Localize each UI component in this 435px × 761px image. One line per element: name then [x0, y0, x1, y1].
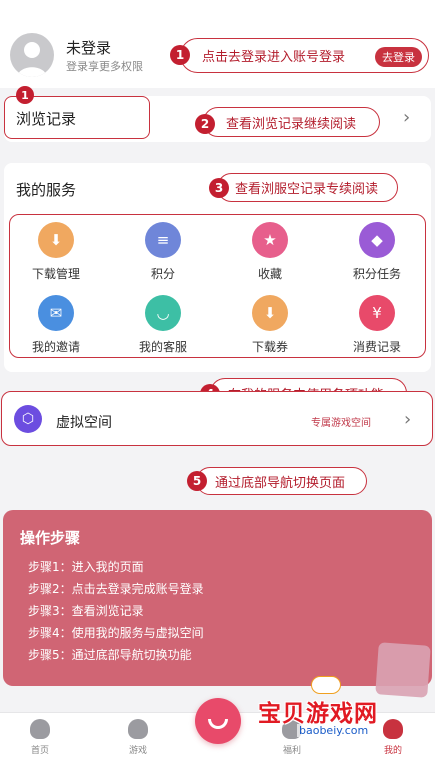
user-name[interactable]: 未登录: [66, 37, 111, 58]
tab-label: 我的: [383, 746, 402, 756]
star-folder-icon: ★: [252, 222, 288, 258]
watermark-url: baobeiy.com: [297, 724, 371, 737]
services-callout[interactable]: 查看浏服空记录专续阅读: [217, 173, 398, 202]
diamond-icon: ◆: [359, 222, 395, 258]
history-label[interactable]: 浏览记录: [16, 108, 76, 129]
game-thumbnail: [375, 642, 431, 698]
callout-number: 1: [16, 86, 34, 104]
tab-label: 游戏: [128, 746, 147, 756]
callout-number: 5: [187, 471, 207, 491]
callout-text: 通过底部导航切换页面: [215, 475, 346, 491]
service-label: 积分任务: [352, 267, 401, 281]
coin-stack-icon: ≡: [145, 222, 181, 258]
tab-games[interactable]: 游戏: [110, 719, 166, 756]
step-item: 步骤3：查看浏览记录: [28, 604, 144, 618]
download-icon: ⬇: [38, 222, 74, 258]
step-item: 步骤2：点击去登录完成账号登录: [28, 582, 204, 596]
service-download-coupon[interactable]: ⬇ 下载券: [225, 295, 315, 355]
service-label: 下载券: [251, 340, 288, 354]
invitation-icon: ✉: [38, 295, 74, 331]
step-item: 步骤5：通过底部导航切换功能: [28, 648, 192, 662]
avatar[interactable]: [10, 33, 54, 77]
service-label: 消费记录: [352, 340, 401, 354]
chevron-right-icon[interactable]: ›: [404, 409, 411, 430]
watermark-logo: 宝贝游戏网: [258, 701, 378, 727]
service-label: 积分: [150, 267, 175, 281]
service-label: 收藏: [257, 267, 282, 281]
tab-label: 首页: [30, 746, 49, 756]
tabbar-callout[interactable]: 通过底部导航切换页面: [196, 467, 367, 495]
callout-text: 点击去登录进入账号登录: [202, 50, 346, 65]
center-action-button[interactable]: [195, 698, 241, 744]
callout-number: 3: [209, 178, 229, 198]
chevron-right-icon[interactable]: ›: [403, 107, 410, 128]
tab-label: 福利: [282, 746, 301, 756]
game-pad-icon: [128, 719, 148, 739]
smile-icon: [208, 719, 228, 729]
services-title: 我的服务: [16, 181, 77, 199]
service-spending-records[interactable]: ¥ 消费记录: [332, 295, 422, 355]
service-customer-service[interactable]: ◡ 我的客服: [118, 295, 208, 355]
download-coupon-icon: ⬇: [252, 295, 288, 331]
service-invitations[interactable]: ✉ 我的邀请: [11, 295, 101, 355]
login-button[interactable]: 去登录: [375, 47, 422, 67]
step-item: 步骤4：使用我的服务与虚拟空间: [28, 626, 204, 640]
default-avatar-icon: [17, 42, 47, 77]
service-label: 我的邀请: [31, 340, 80, 354]
user-subtitle: 登录享更多权限: [66, 60, 143, 73]
service-points[interactable]: ≡ 积分: [118, 222, 208, 282]
steps-title: 操作步骤: [20, 529, 81, 547]
customer-service-icon: ◡: [145, 295, 181, 331]
gamepad-logo-icon: [311, 676, 341, 694]
receipt-icon: ¥: [359, 295, 395, 331]
callout-number: 1: [170, 45, 190, 65]
callout-number: 2: [195, 114, 215, 134]
virtual-space-note: 专属游戏空间: [311, 418, 371, 429]
steps-panel: 操作步骤 步骤1：进入我的页面 步骤2：点击去登录完成账号登录 步骤3：查看浏览…: [3, 510, 432, 686]
history-callout[interactable]: 查看浏览记录继续阅读: [203, 107, 380, 137]
callout-text: 查看浏服空记录专续阅读: [235, 182, 379, 197]
callout-text: 查看浏览记录继续阅读: [226, 116, 357, 132]
service-label: 我的客服: [138, 340, 187, 354]
service-favorites[interactable]: ★ 收藏: [225, 222, 315, 282]
service-point-tasks[interactable]: ◆ 积分任务: [332, 222, 422, 282]
service-label: 下载管理: [31, 267, 80, 281]
virtual-space-label[interactable]: 虚拟空间: [56, 412, 112, 432]
profile-icon: [383, 719, 403, 739]
tab-home[interactable]: 首页: [12, 719, 68, 756]
service-download-manager[interactable]: ⬇ 下载管理: [11, 222, 101, 282]
login-callout[interactable]: 点击去登录进入账号登录 去登录: [180, 38, 429, 73]
ghost-home-icon: [30, 719, 50, 739]
cube-icon: ⬡: [14, 405, 42, 433]
step-item: 步骤1：进入我的页面: [28, 560, 144, 574]
